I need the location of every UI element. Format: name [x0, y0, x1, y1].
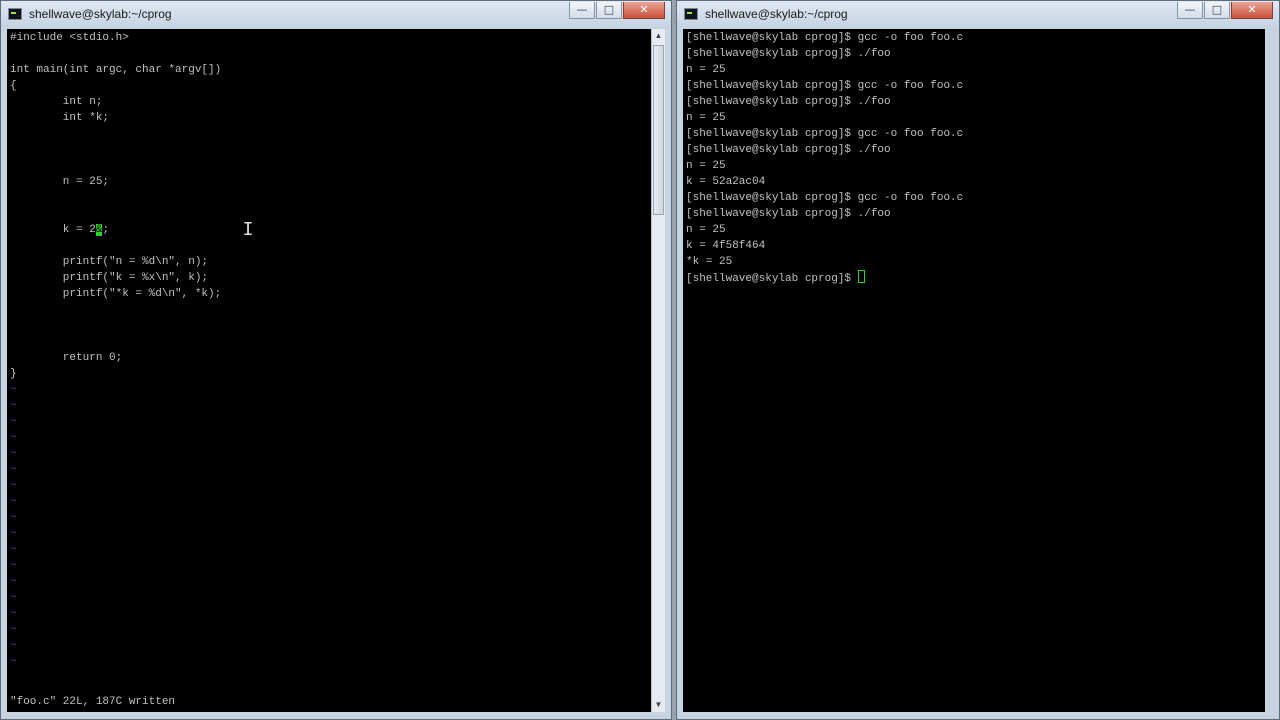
- shell-line: n = 25: [686, 160, 726, 172]
- shell-prompt: [shellwave@skylab cprog]$: [686, 273, 858, 285]
- shell-output[interactable]: [shellwave@skylab cprog]$ gcc -o foo foo…: [686, 30, 963, 286]
- vim-empty-line-marker: ~: [10, 432, 17, 444]
- code-line[interactable]: [10, 206, 221, 222]
- code-line[interactable]: [10, 142, 221, 158]
- vim-empty-line-marker: ~: [10, 464, 17, 476]
- code-line[interactable]: {: [10, 78, 221, 94]
- vim-empty-line-marker: ~: [10, 480, 17, 492]
- close-button[interactable]: ✕: [1231, 2, 1273, 19]
- code-line[interactable]: [10, 126, 221, 142]
- shell-line: [shellwave@skylab cprog]$ ./foo: [686, 144, 891, 156]
- close-button[interactable]: ✕: [623, 2, 665, 19]
- code-line[interactable]: int *k;: [10, 110, 221, 126]
- shell-line: n = 25: [686, 64, 726, 76]
- text-cursor-icon: I: [242, 219, 254, 240]
- code-line[interactable]: [10, 302, 221, 318]
- code-line[interactable]: [10, 238, 221, 254]
- vim-empty-line-marker: ~: [10, 608, 17, 620]
- shell-line: [shellwave@skylab cprog]$ gcc -o foo foo…: [686, 192, 964, 204]
- vim-empty-line-marker: ~: [10, 528, 17, 540]
- shell-cursor: [857, 270, 865, 283]
- vim-empty-line-marker: ~: [10, 624, 17, 636]
- shell-line: [shellwave@skylab cprog]$ ./foo: [686, 48, 891, 60]
- shell-line: [shellwave@skylab cprog]$ gcc -o foo foo…: [686, 32, 964, 44]
- shell-line: n = 25: [686, 224, 726, 236]
- code-line[interactable]: [10, 190, 221, 206]
- editor-window-title: shellwave@skylab:~/cprog: [29, 7, 172, 21]
- code-line[interactable]: k = 2&;: [10, 222, 221, 238]
- editor-window[interactable]: shellwave@skylab:~/cprog — □ ✕ #include …: [0, 0, 672, 720]
- maximize-button[interactable]: □: [1204, 2, 1230, 19]
- vim-empty-line-marker: ~: [10, 640, 17, 652]
- code-area[interactable]: #include <stdio.h> int main(int argc, cha…: [10, 30, 221, 670]
- code-line[interactable]: #include <stdio.h>: [10, 30, 221, 46]
- shell-line: *k = 25: [686, 256, 733, 268]
- vim-empty-line-marker: ~: [10, 512, 17, 524]
- code-line[interactable]: }: [10, 366, 221, 382]
- code-line[interactable]: printf("k = %x\n", k);: [10, 270, 221, 286]
- code-line[interactable]: printf("*k = %d\n", *k);: [10, 286, 221, 302]
- vim-empty-line-marker: ~: [10, 400, 17, 412]
- vim-empty-line-marker: ~: [10, 496, 17, 508]
- vim-status-line: "foo.c" 22L, 187C written: [10, 696, 176, 708]
- scroll-up-icon[interactable]: ▲: [652, 29, 665, 43]
- editor-terminal[interactable]: #include <stdio.h> int main(int argc, cha…: [7, 29, 651, 712]
- editor-scrollbar[interactable]: ▲ ▼: [651, 29, 665, 712]
- code-line[interactable]: printf("n = %d\n", n);: [10, 254, 221, 270]
- code-line[interactable]: [10, 158, 221, 174]
- minimize-button[interactable]: —: [569, 2, 595, 19]
- shell-window-title: shellwave@skylab:~/cprog: [705, 7, 848, 21]
- code-text: ;: [102, 224, 110, 236]
- minimize-button[interactable]: —: [1177, 2, 1203, 19]
- maximize-button[interactable]: □: [596, 2, 622, 19]
- vim-empty-line-marker: ~: [10, 384, 17, 396]
- vim-empty-line-marker: ~: [10, 576, 17, 588]
- shell-terminal[interactable]: [shellwave@skylab cprog]$ gcc -o foo foo…: [683, 29, 1265, 712]
- scroll-thumb[interactable]: [653, 45, 664, 215]
- code-line[interactable]: int main(int argc, char *argv[]): [10, 62, 221, 78]
- code-line[interactable]: return 0;: [10, 350, 221, 366]
- vim-empty-line-marker: ~: [10, 592, 17, 604]
- vim-empty-line-marker: ~: [10, 560, 17, 572]
- shell-prompt-line[interactable]: [shellwave@skylab cprog]$: [686, 270, 963, 286]
- shell-line: [shellwave@skylab cprog]$ ./foo: [686, 208, 891, 220]
- shell-line: k = 4f58f464: [686, 240, 766, 252]
- terminal-icon: [684, 8, 698, 20]
- vim-empty-line-marker: ~: [10, 544, 17, 556]
- shell-line: n = 25: [686, 112, 726, 124]
- code-line[interactable]: [10, 46, 221, 62]
- code-line[interactable]: [10, 318, 221, 334]
- code-text: k = 2: [10, 224, 96, 236]
- code-line[interactable]: [10, 334, 221, 350]
- vim-empty-line-marker: ~: [10, 448, 17, 460]
- vim-empty-line-marker: ~: [10, 416, 17, 428]
- shell-line: k = 52a2ac04: [686, 176, 766, 188]
- shell-titlebar[interactable]: shellwave@skylab:~/cprog — □ ✕: [677, 1, 1279, 29]
- scroll-down-icon[interactable]: ▼: [652, 698, 665, 712]
- editor-titlebar[interactable]: shellwave@skylab:~/cprog — □ ✕: [1, 1, 671, 29]
- terminal-icon: [8, 8, 22, 20]
- shell-line: [shellwave@skylab cprog]$ ./foo: [686, 96, 891, 108]
- code-line[interactable]: n = 25;: [10, 174, 221, 190]
- vim-empty-line-marker: ~: [10, 656, 17, 668]
- code-line[interactable]: int n;: [10, 94, 221, 110]
- shell-line: [shellwave@skylab cprog]$ gcc -o foo foo…: [686, 128, 964, 140]
- shell-line: [shellwave@skylab cprog]$ gcc -o foo foo…: [686, 80, 964, 92]
- shell-window[interactable]: shellwave@skylab:~/cprog — □ ✕ [shellwav…: [676, 0, 1280, 720]
